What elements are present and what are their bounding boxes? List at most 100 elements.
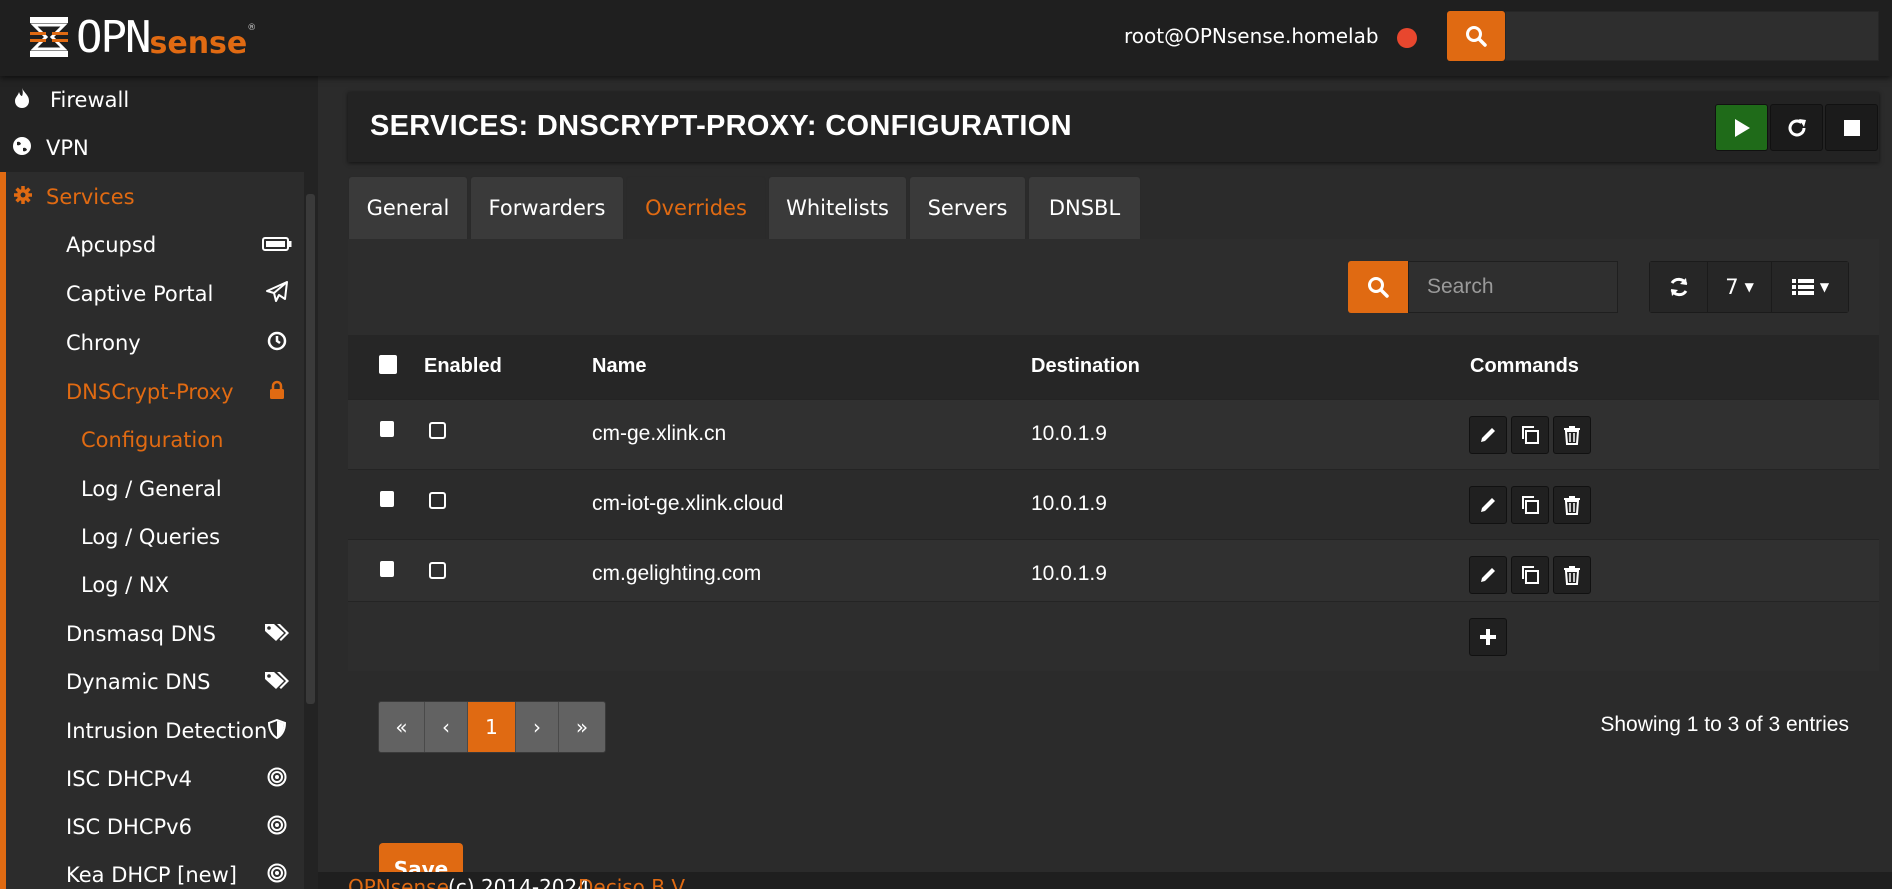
tab-servers[interactable]: Servers [909,176,1026,240]
copy-icon [1522,496,1539,514]
pencil-icon [1481,568,1495,582]
opnsense-logo[interactable]: OPN sense ® [28,11,257,63]
start-service-button[interactable] [1715,104,1768,151]
sidebar-item-log-nx[interactable]: Log / NX [6,561,304,609]
row-select-checkbox[interactable] [380,421,394,437]
clock-icon [262,331,292,356]
restart-service-button[interactable] [1770,104,1823,151]
select-all-checkbox[interactable] [379,355,397,374]
logo-registered-mark: ® [247,23,257,33]
sidebar-item-label: Apcupsd [66,233,157,257]
tags-icon [262,622,292,647]
sidebar-item-label: Firewall [50,88,130,112]
sidebar-item-vpn[interactable]: VPN [0,124,304,172]
clone-button[interactable] [1511,486,1549,524]
sidebar-item-kea-dhcp[interactable]: Kea DHCP [new] [6,851,304,889]
pager-last-button[interactable]: » [559,702,605,752]
grid-add-row [348,601,1879,671]
sidebar-item-apcupsd[interactable]: Apcupsd [6,221,304,269]
globe-icon [0,136,44,161]
grid-header-row: Enabled Name Destination Commands [348,335,1879,399]
sidebar-scrollbar[interactable] [306,194,315,704]
overrides-panel: Search 7 ▼ ▼ Enabled Name Destination Co… [348,239,1879,889]
edit-button[interactable] [1469,556,1507,594]
global-search-button[interactable] [1447,11,1505,61]
tab-general[interactable]: General [348,176,468,240]
tab-whitelists[interactable]: Whitelists [768,176,907,240]
pager-next-button[interactable]: › [516,702,559,752]
battery-icon [262,233,292,257]
page-size-dropdown[interactable]: 7 ▼ [1708,262,1772,312]
tab-dnsbl[interactable]: DNSBL [1028,176,1141,240]
sidebar-item-captive-portal[interactable]: Captive Portal [6,270,304,318]
sidebar-item-firewall[interactable]: Firewall [0,76,304,124]
refresh-icon [1670,277,1687,297]
trash-icon [1564,496,1580,515]
tab-overrides[interactable]: Overrides [626,176,766,240]
sidebar-item-label: Dynamic DNS [66,670,211,694]
trash-icon [1564,566,1580,585]
sidebar-item-dynamic-dns[interactable]: Dynamic DNS [6,658,304,706]
column-header-destination[interactable]: Destination [1031,355,1140,378]
table-row: cm-ge.xlink.cn 10.0.1.9 [348,399,1879,469]
row-destination: 10.0.1.9 [1031,422,1107,445]
row-select-checkbox[interactable] [380,561,394,577]
top-navbar: OPN sense ® root@OPNsense.homelab [0,0,1892,76]
delete-button[interactable] [1553,486,1591,524]
disabled-square-icon[interactable] [429,422,446,439]
gear-icon [6,185,40,210]
global-search-input[interactable] [1505,11,1879,61]
sidebar-item-label: DNSCrypt-Proxy [66,380,234,404]
system-status-indicator[interactable] [1397,28,1417,48]
sidebar-item-isc-dhcpv4[interactable]: ISC DHCPv4 [6,755,304,803]
sidebar-item-services[interactable]: Services [6,173,310,221]
stop-service-button[interactable] [1825,104,1878,151]
row-select-checkbox[interactable] [380,491,394,507]
footer-brand-link[interactable]: OPNsense [348,875,449,889]
bullseye-icon [262,863,292,888]
sidebar-item-configuration[interactable]: Configuration [6,416,304,464]
stop-icon [1843,119,1860,136]
tab-forwarders[interactable]: Forwarders [470,176,624,240]
delete-button[interactable] [1553,416,1591,454]
grid-refresh-button[interactable] [1650,262,1708,312]
grid-search-input[interactable]: Search [1408,261,1618,313]
page-header: SERVICES: DNSCRYPT-PROXY: CONFIGURATION [348,92,1879,162]
pager-prev-button[interactable]: ‹ [425,702,468,752]
logo-text-opn: OPN [76,11,151,63]
column-header-enabled[interactable]: Enabled [424,355,502,378]
sidebar-item-label: Captive Portal [66,282,214,306]
column-chooser-dropdown[interactable]: ▼ [1772,262,1848,312]
clone-button[interactable] [1511,416,1549,454]
sidebar: Firewall VPN Services Apcupsd Captive Po… [0,76,318,889]
footer-company-link[interactable]: Deciso B.V. [578,875,689,889]
sidebar-item-isc-dhcpv6[interactable]: ISC DHCPv6 [6,803,304,851]
user-menu[interactable]: root@OPNsense.homelab [1124,24,1379,48]
sidebar-item-label: Log / Queries [81,525,221,549]
pager-page-1-button[interactable]: 1 [468,702,516,752]
pagination: « ‹ 1 › » [378,701,606,753]
sidebar-item-label: Configuration [81,428,224,452]
edit-button[interactable] [1469,486,1507,524]
pencil-icon [1481,428,1495,442]
sidebar-item-log-queries[interactable]: Log / Queries [6,513,304,561]
sidebar-item-intrusion-detection[interactable]: Intrusion Detection [6,707,304,755]
edit-button[interactable] [1469,416,1507,454]
sidebar-item-chrony[interactable]: Chrony [6,319,304,367]
row-destination: 10.0.1.9 [1031,562,1107,585]
pager-first-button[interactable]: « [379,702,425,752]
column-header-name[interactable]: Name [592,355,646,378]
delete-button[interactable] [1553,556,1591,594]
footer-copyright: (c) 2014-2024 [448,875,590,889]
grid-search-button[interactable] [1348,261,1408,313]
grid-action-bar: Search 7 ▼ ▼ [348,239,1879,335]
sidebar-item-label: Log / NX [81,573,170,597]
sidebar-item-dnsmasq-dns[interactable]: Dnsmasq DNS [6,610,304,658]
clone-button[interactable] [1511,556,1549,594]
page-size-value: 7 [1725,275,1739,299]
disabled-square-icon[interactable] [429,492,446,509]
disabled-square-icon[interactable] [429,562,446,579]
add-button[interactable] [1469,618,1507,656]
sidebar-item-dnscrypt-proxy[interactable]: DNSCrypt-Proxy [6,368,304,416]
sidebar-item-log-general[interactable]: Log / General [6,465,304,513]
